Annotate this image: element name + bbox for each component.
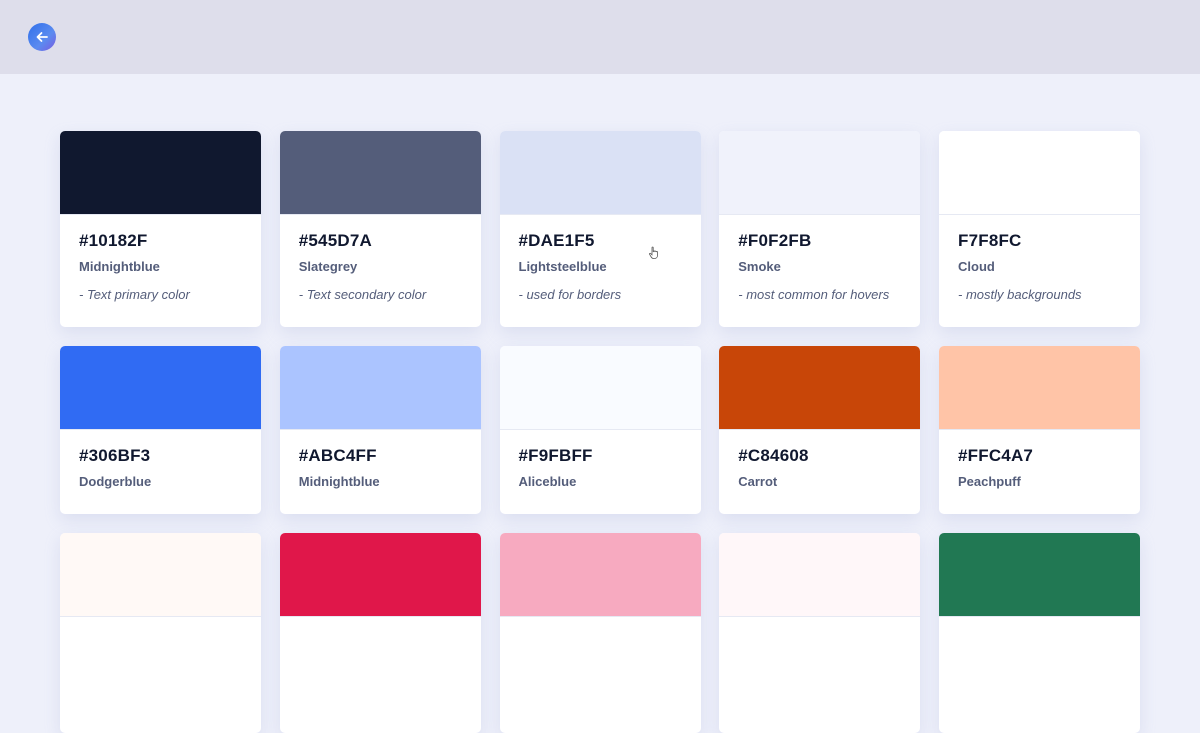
color-swatch [60,533,261,617]
color-swatch [719,533,921,617]
color-name: Aliceblue [518,474,577,489]
color-name: Peachpuff [958,474,1021,489]
color-description: - Text secondary color [298,287,427,302]
color-swatch [939,131,1140,215]
color-hex: #FFC4A7 [958,446,1034,465]
color-name: Midnightblue [298,474,380,489]
color-card-slategrey[interactable]: #545D7A Slategrey - Text secondary color [279,131,481,327]
back-button[interactable] [28,23,56,51]
arrow-left-icon [35,30,49,44]
color-card-cloud[interactable]: F7F8FC Cloud - mostly backgrounds [939,131,1140,327]
color-card-row3-5[interactable] [939,533,1140,733]
color-card-row3-2[interactable] [279,533,481,733]
color-swatch [499,346,701,430]
color-palette-grid: #10182F Midnightblue - Text primary colo… [60,131,1140,733]
color-card-row3-4[interactable] [719,533,921,733]
color-swatch [719,131,921,215]
color-swatch [719,346,921,430]
color-swatch [939,346,1140,430]
color-hex: #306BF3 [79,446,151,465]
color-card-midnightblue[interactable]: #10182F Midnightblue - Text primary colo… [60,131,261,327]
color-hex: F7F8FC [958,231,1022,250]
color-name: Cloud [958,259,995,274]
color-swatch [939,533,1140,617]
color-swatch [499,533,701,617]
color-hex: #F9FBFF [518,446,593,465]
color-card-carrot[interactable]: #C84608 Carrot [719,346,921,514]
color-hex: #545D7A [298,231,372,250]
color-swatch [499,131,701,215]
color-description: - most common for hovers [738,287,890,302]
color-swatch [279,131,481,215]
color-name: Slategrey [298,259,358,274]
color-hex: #10182F [79,231,148,250]
color-name: Dodgerblue [79,474,152,489]
color-card-aliceblue[interactable]: #F9FBFF Aliceblue [499,346,701,514]
color-card-row3-1[interactable] [60,533,261,733]
color-swatch [60,131,261,215]
color-description: - used for borders [518,287,622,302]
color-name: Midnightblue [79,259,160,274]
color-hex: #ABC4FF [298,446,377,465]
color-name: Lightsteelblue [518,259,607,274]
color-card-peachpuff[interactable]: #FFC4A7 Peachpuff [939,346,1140,514]
color-swatch [60,346,261,430]
top-bar [0,0,1200,74]
color-card-midnightblue-light[interactable]: #ABC4FF Midnightblue [279,346,481,514]
color-description: - mostly backgrounds [958,287,1082,302]
color-card-lightsteelblue[interactable]: #DAE1F5 Lightsteelblue - used for border… [499,131,701,327]
color-card-smoke[interactable]: #F0F2FB Smoke - most common for hovers [719,131,921,327]
color-name: Smoke [738,259,781,274]
color-hex: #F0F2FB [738,231,812,250]
color-card-dodgerblue[interactable]: #306BF3 Dodgerblue [60,346,261,514]
color-swatch [279,346,481,430]
hand-cursor-icon [648,246,660,260]
color-hex: #C84608 [738,446,809,465]
color-swatch [279,533,481,617]
color-name: Carrot [738,474,778,489]
color-description: - Text primary color [79,287,190,302]
color-card-row3-3[interactable] [499,533,701,733]
